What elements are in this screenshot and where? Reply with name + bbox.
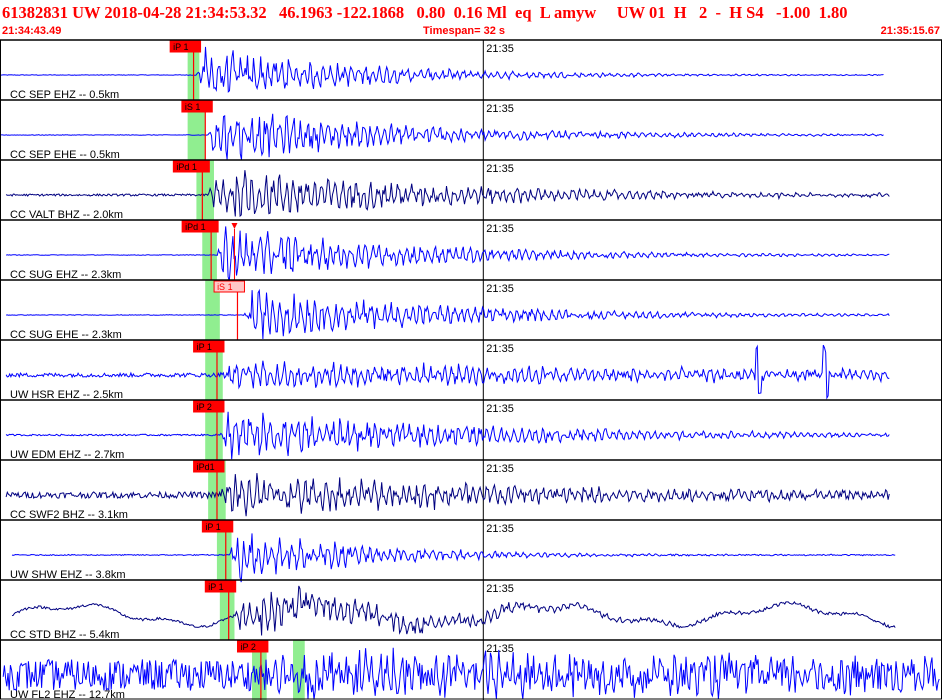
pick-label: iP 1 — [208, 582, 223, 592]
minute-label: 21:35 — [486, 583, 514, 595]
waveform — [11, 585, 896, 636]
pick-label: iPd 1 — [185, 222, 206, 232]
s-arrival-marker — [231, 223, 238, 229]
waveform — [6, 288, 890, 340]
waveform — [5, 170, 890, 218]
pick-label: iS 1 — [185, 102, 201, 112]
minute-label: 21:35 — [486, 43, 514, 55]
waveform — [5, 411, 890, 460]
waveform — [0, 113, 884, 160]
station-label: CC SUG EHZ -- 2.3km — [10, 269, 121, 281]
station-label: UW EDM EHZ -- 2.7km — [10, 449, 124, 461]
minute-label: 21:35 — [486, 523, 514, 535]
station-label: UW FL2 EHZ -- 12.7km — [10, 689, 125, 700]
station-label: CC STD BHZ -- 5.4km — [10, 629, 119, 641]
waveform — [5, 226, 890, 282]
station-label: CC SUG EHE -- 2.3km — [10, 329, 122, 341]
pick-label: iP 1 — [205, 522, 220, 532]
minute-label: 21:35 — [486, 163, 514, 175]
minute-label: 21:35 — [486, 223, 514, 235]
pick-label: iP 2 — [240, 642, 255, 652]
pick-label: iS 1 — [217, 282, 233, 292]
seismogram-plot[interactable]: 21:35 iP 1 CC SEP EHZ -- 0.5km 21:35 iS 1 CC … — [0, 0, 942, 700]
station-label: CC SEP EHZ -- 0.5km — [10, 89, 119, 101]
minute-label: 21:35 — [486, 343, 514, 355]
waveform — [0, 46, 884, 93]
waveform — [11, 533, 896, 583]
pick-label: iPd 1 — [176, 162, 197, 172]
station-label: UW SHW EHZ -- 3.8km — [10, 569, 126, 581]
waveform — [5, 473, 890, 517]
minute-label: 21:35 — [486, 283, 514, 295]
pick-label: iPd1 — [197, 462, 215, 472]
waveform — [5, 344, 890, 400]
pick-label: iP 2 — [197, 402, 212, 412]
analysis-window — [293, 640, 305, 700]
plot-frame — [0, 39, 942, 700]
minute-label: 21:35 — [486, 403, 514, 415]
station-label: CC SEP EHE -- 0.5km — [10, 149, 120, 161]
minute-label: 21:35 — [486, 103, 514, 115]
pick-label: iP 1 — [173, 42, 188, 52]
minute-label: 21:35 — [486, 463, 514, 475]
pick-label: iP 1 — [197, 342, 212, 352]
station-label: CC VALT BHZ -- 2.0km — [10, 209, 123, 221]
station-label: UW HSR EHZ -- 2.5km — [10, 389, 123, 401]
station-label: CC SWF2 BHZ -- 3.1km — [10, 509, 128, 521]
waveform — [2, 647, 940, 700]
